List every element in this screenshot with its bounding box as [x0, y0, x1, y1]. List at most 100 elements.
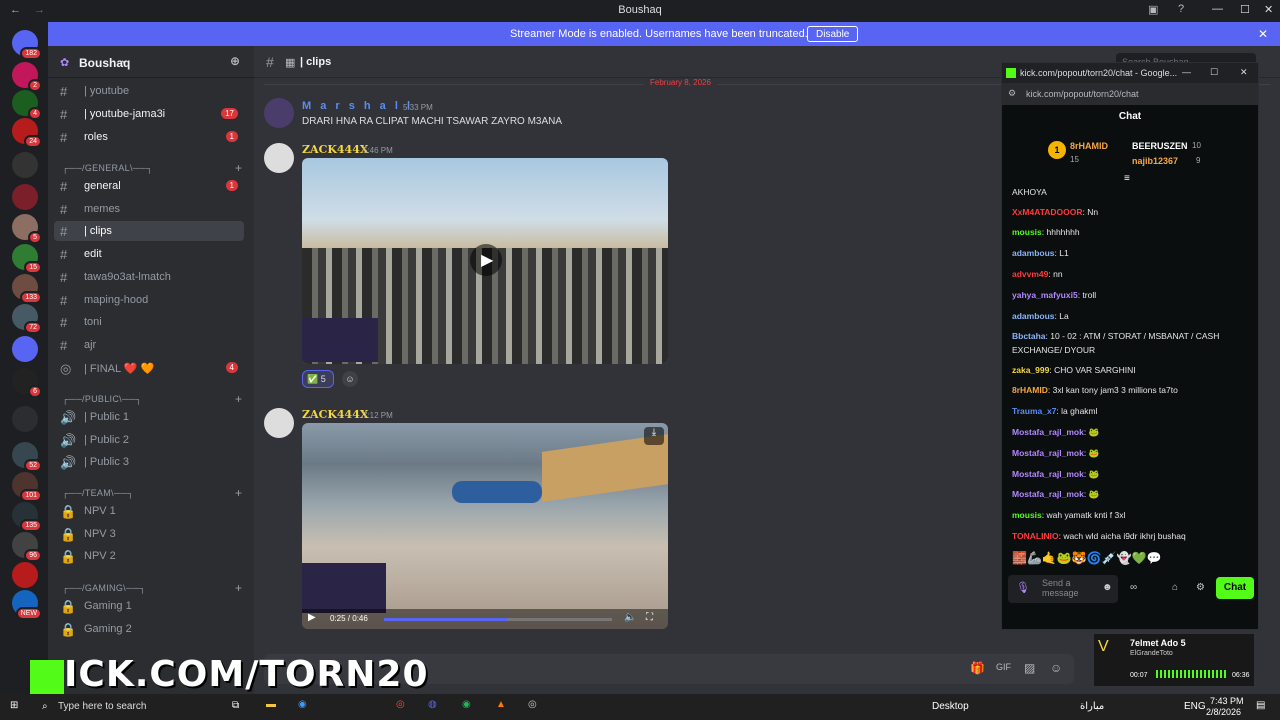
server-icon[interactable]: 101 [12, 472, 42, 502]
video-player[interactable]: ⤓ ▶ 0:25 / 0:46 🔈 ⛶ [302, 423, 668, 629]
channel-item[interactable]: # | youtube-jama3i 17 [54, 104, 244, 124]
server-icon[interactable] [12, 152, 38, 178]
disable-button[interactable]: Disable [807, 26, 859, 42]
server-icon[interactable]: 15 [12, 244, 42, 274]
app-icon[interactable]: ▲ [496, 699, 506, 710]
chat-username[interactable]: Mostafa_rajl_mok [1012, 427, 1084, 437]
chat-username[interactable]: adambous [1012, 248, 1055, 258]
chat-username[interactable]: adambous [1012, 311, 1055, 321]
category-header[interactable]: ┌──/GAMING\──┐ [62, 583, 146, 593]
spotify-icon[interactable]: ◉ [462, 699, 471, 710]
chat-username[interactable]: 8rHAMID [1012, 385, 1048, 395]
channel-item[interactable]: 🔊 | Public 3 [54, 452, 244, 472]
chat-username[interactable]: yahya_mafyuxi5 [1012, 290, 1078, 300]
desktop-label[interactable]: Desktop [932, 701, 969, 712]
username[interactable]: ZACK444X [302, 408, 368, 421]
chat-username[interactable]: mousis [1012, 227, 1042, 237]
clock-date[interactable]: 2/8/2026 [1206, 707, 1241, 717]
file-explorer-icon[interactable]: ▬ [266, 699, 276, 710]
chat-username[interactable]: advvm49 [1012, 269, 1048, 279]
mic-icon[interactable]: 🎙 [1016, 581, 1030, 594]
seek-bar[interactable] [384, 618, 612, 621]
reaction-check[interactable]: ✅ 5 [302, 370, 334, 388]
start-icon[interactable]: ⊞ [10, 700, 18, 711]
chrome-icon[interactable]: ◎ [396, 699, 405, 710]
gif-icon[interactable]: GIF [996, 662, 1011, 672]
language-label[interactable]: ENG [1184, 701, 1206, 712]
server-header[interactable]: ✿ Boushaq ⌄ ⊕ [48, 46, 254, 78]
channel-item[interactable]: 🔒 NPV 2 [54, 546, 244, 566]
site-info-icon[interactable]: ⚙ [1008, 88, 1016, 99]
server-icon[interactable]: 2 [12, 62, 42, 92]
server-icon[interactable] [12, 406, 38, 432]
channel-item[interactable]: # general 1 [54, 176, 244, 196]
banner-close-icon[interactable]: ✕ [1258, 27, 1268, 41]
avatar[interactable] [264, 98, 294, 128]
chat-username[interactable]: Mostafa_rajl_mok [1012, 469, 1084, 479]
username[interactable]: ZACK444X [302, 143, 368, 156]
play-icon[interactable]: ▶ [470, 244, 502, 276]
channel-item[interactable]: # | clips [54, 221, 244, 242]
channel-item[interactable]: 🔊 | Public 2 [54, 430, 244, 450]
server-icon[interactable]: 24 [12, 118, 42, 148]
category-header[interactable]: ┌──/GENERAL\──┐ [62, 163, 153, 173]
channel-item[interactable]: # tawa9o3at-lmatch [54, 267, 244, 287]
server-icon[interactable] [12, 336, 38, 362]
server-icon[interactable]: NEW [12, 590, 42, 620]
kick-maximize-icon[interactable]: ☐ [1210, 67, 1218, 78]
server-icon[interactable]: 6 [12, 368, 42, 398]
store-icon[interactable]: ⌂ [1172, 582, 1178, 593]
chat-username[interactable]: Bbctaha [1012, 331, 1046, 341]
leader-name[interactable]: najib12367 [1132, 156, 1178, 166]
emote-bar[interactable]: 🧱🦾🤙🐸🐯🌀💉👻💚💬 [1012, 551, 1192, 567]
category-header[interactable]: ┌──/PUBLIC\──┐ [62, 394, 142, 404]
add-channel-icon[interactable]: + [235, 581, 242, 595]
chat-username[interactable]: Mostafa_rajl_mok [1012, 489, 1084, 499]
collapse-icon[interactable]: ≡ [1124, 173, 1130, 184]
server-icon[interactable]: 135 [12, 502, 42, 532]
server-icon[interactable] [12, 562, 38, 588]
add-channel-icon[interactable]: + [235, 161, 242, 175]
obs-icon[interactable]: ◎ [528, 699, 537, 710]
chat-username[interactable]: XxM4ATADOOOR [1012, 207, 1083, 217]
server-icon[interactable] [12, 184, 38, 210]
chat-username[interactable]: zaka_999 [1012, 365, 1049, 375]
server-icon[interactable]: 133 [12, 274, 42, 304]
category-header[interactable]: ┌──/TEAM\──┐ [62, 488, 134, 498]
avatar[interactable] [264, 408, 294, 438]
chat-username[interactable]: Mostafa_rajl_mok [1012, 448, 1084, 458]
fullscreen-icon[interactable]: ⛶ [646, 612, 653, 623]
search-icon[interactable]: ⌕ [42, 701, 48, 712]
channel-item[interactable]: 🔊 | Public 1 [54, 407, 244, 427]
chat-username[interactable]: TONALINIO [1012, 531, 1059, 541]
edge-icon[interactable]: ◉ [298, 699, 307, 710]
settings-icon[interactable]: ⚙ [1196, 582, 1205, 593]
server-icon[interactable]: 4 [12, 90, 42, 120]
minimize-icon[interactable]: — [1212, 3, 1223, 15]
server-icon[interactable]: 182 [12, 30, 42, 60]
channel-item[interactable]: 🔒 NPV 3 [54, 524, 244, 544]
close-icon[interactable]: ✕ [1264, 3, 1273, 16]
channel-item[interactable]: 🔒 NPV 1 [54, 501, 244, 521]
add-member-icon[interactable]: ⊕ [230, 54, 240, 68]
chat-input[interactable]: 🎙 Send a message ☻ [1008, 575, 1118, 603]
server-icon[interactable]: 72 [12, 304, 42, 334]
channel-item[interactable]: ◎ | FINAL ❤️ 🧡 4 [54, 358, 244, 378]
discord-icon[interactable]: ◍ [428, 699, 437, 710]
channel-item[interactable]: 🔒 Gaming 2 [54, 619, 244, 639]
video-attachment[interactable]: ▶ [302, 158, 668, 364]
leader-name[interactable]: 8rHAMID [1070, 141, 1108, 151]
channel-item[interactable]: # maping-hood [54, 290, 244, 310]
channel-item[interactable]: # roles 1 [54, 127, 244, 147]
channel-item[interactable]: # memes [54, 199, 244, 219]
channel-item[interactable]: # | youtube [54, 81, 244, 101]
avatar[interactable] [264, 143, 294, 173]
inbox-icon[interactable]: ▣ [1148, 3, 1158, 16]
username[interactable]: M a r s h a l l [302, 100, 413, 112]
server-icon[interactable]: 96 [12, 532, 42, 562]
chat-username[interactable]: Trauma_x7 [1012, 406, 1056, 416]
play-icon[interactable]: ▶ [308, 612, 316, 623]
add-channel-icon[interactable]: + [235, 486, 242, 500]
leader-name[interactable]: BEERUSZEN [1132, 141, 1188, 151]
send-chat-button[interactable]: Chat [1216, 577, 1254, 599]
